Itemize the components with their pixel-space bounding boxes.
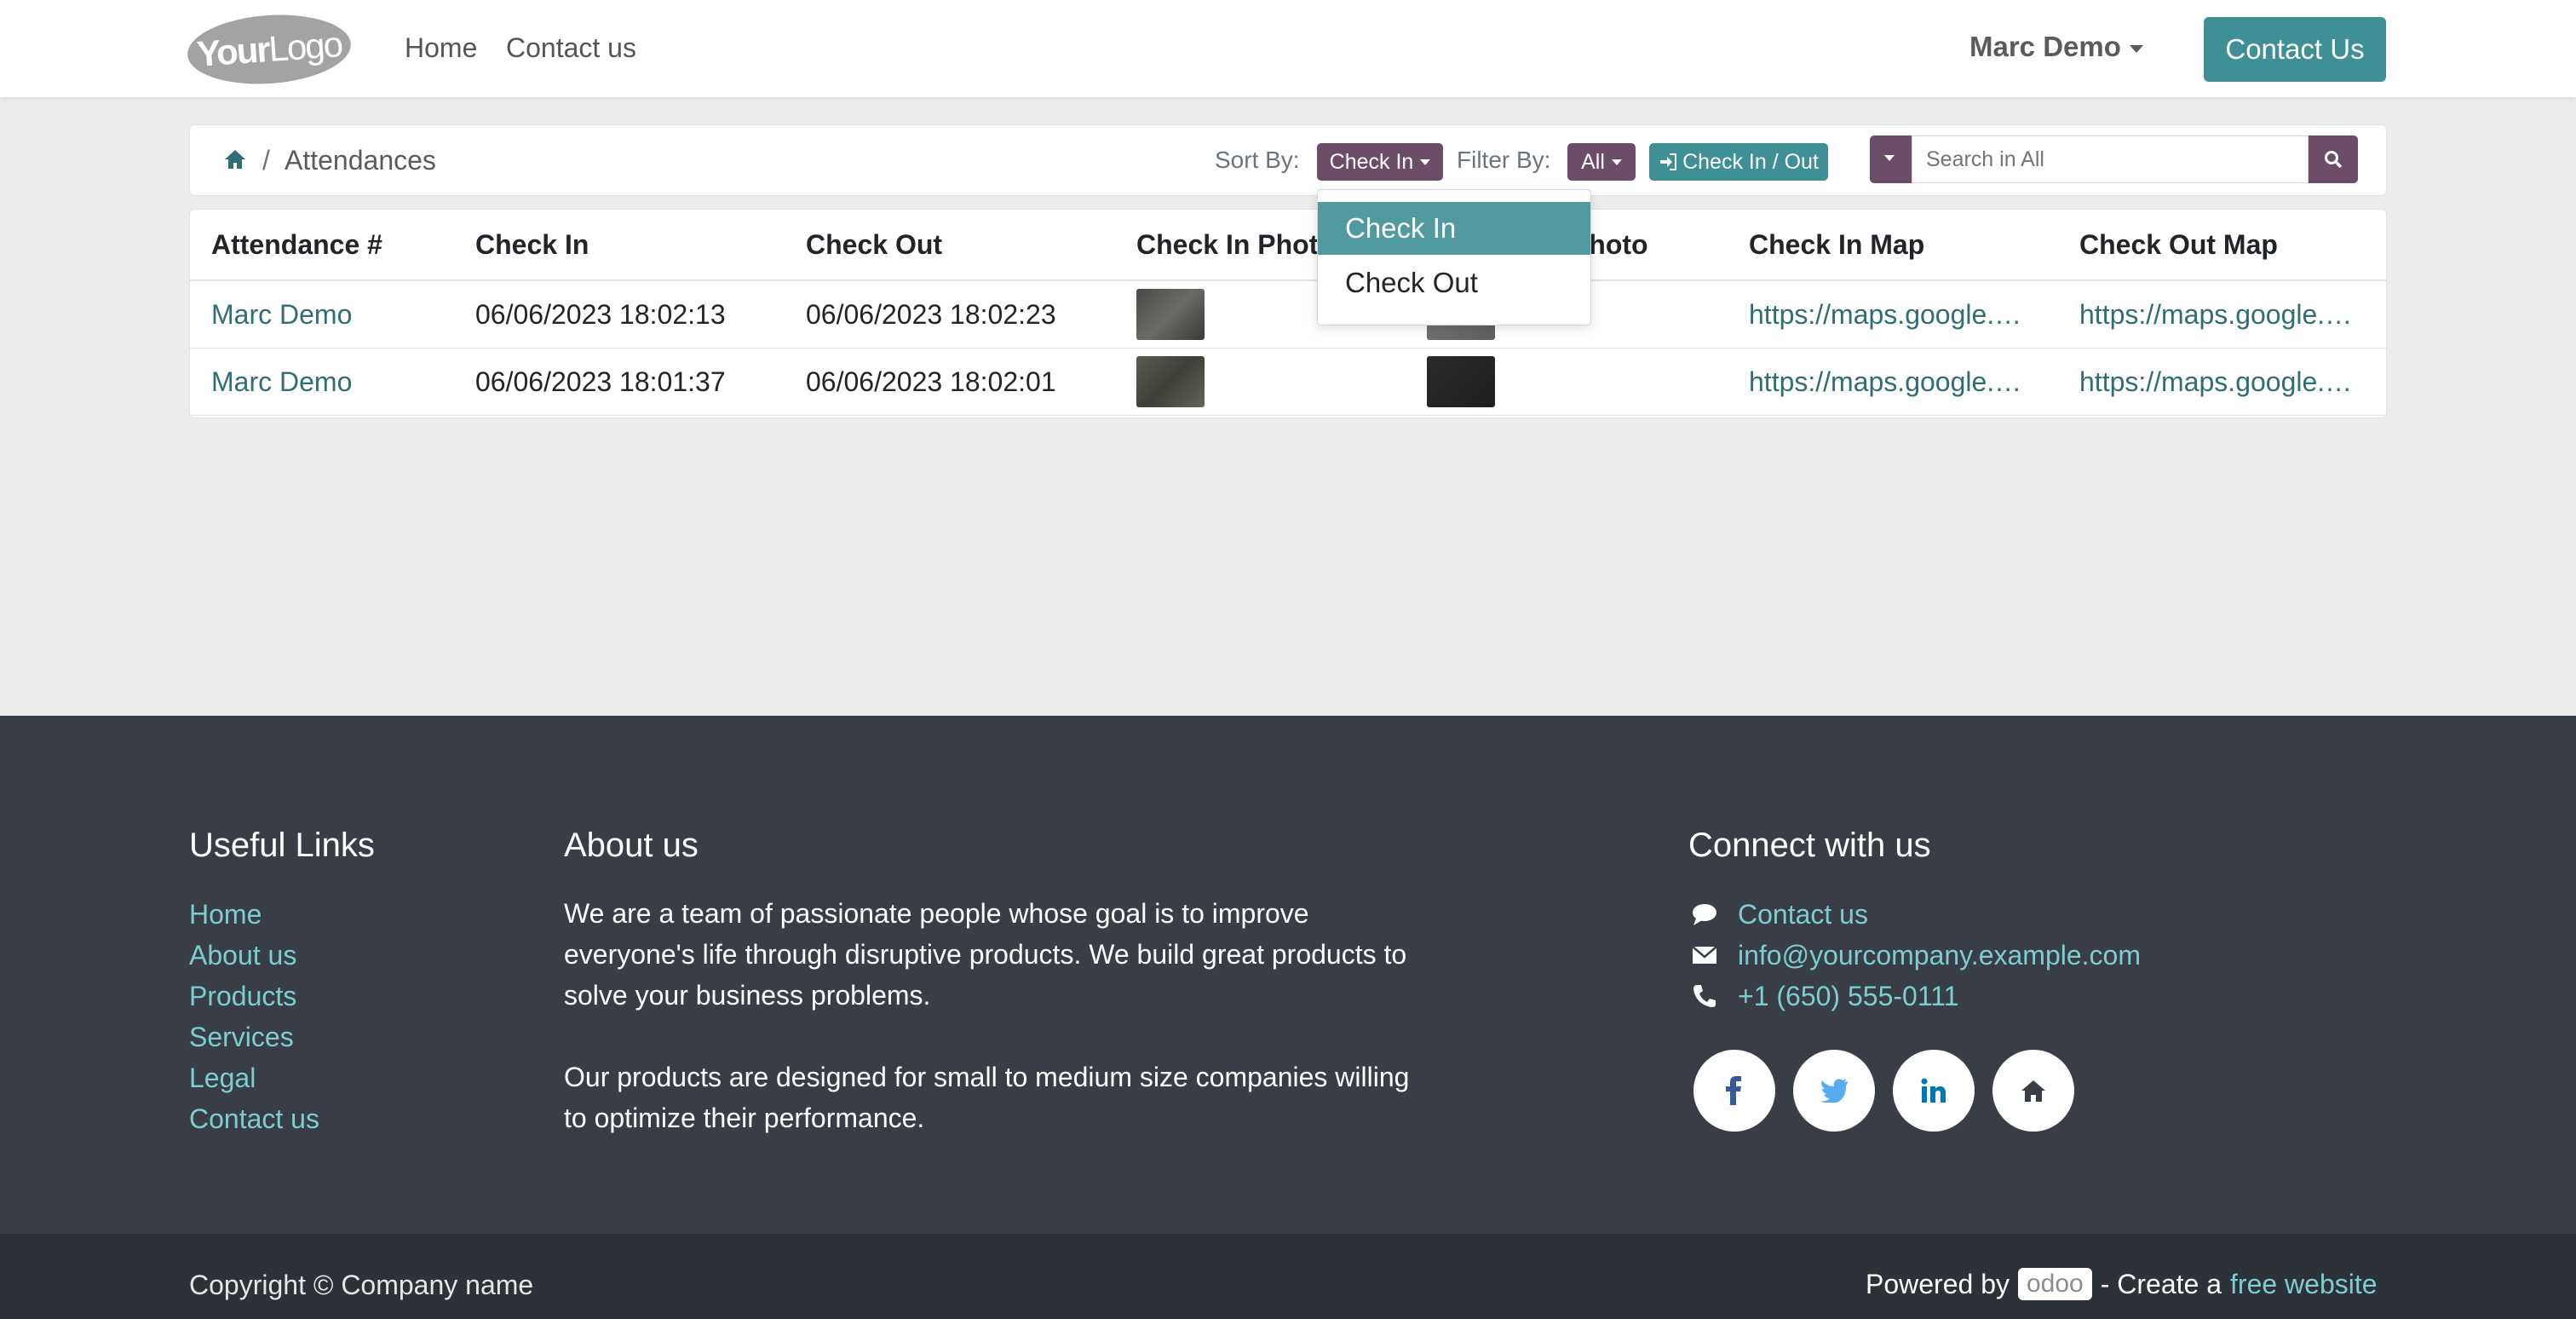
twitter-icon [1820, 1079, 1848, 1103]
sort-option-check-in[interactable]: Check In [1318, 202, 1590, 255]
top-navbar: Your Logo Home Contact us Marc Demo Conta… [0, 0, 2576, 97]
contact-us-button[interactable]: Contact Us [2204, 17, 2386, 82]
breadcrumb-current: Attendances [285, 145, 436, 176]
table-row: Marc Demo 06/06/2023 18:02:13 06/06/2023… [190, 280, 2386, 348]
footer-link-home[interactable]: Home [189, 899, 262, 930]
attendance-table: Attendance # Check In Check Out Check In… [190, 210, 2386, 416]
check-in-map-link[interactable]: https://maps.google.… [1749, 366, 2021, 397]
col-check-out: Check Out [785, 210, 1115, 281]
facebook-button[interactable] [1693, 1050, 1775, 1132]
search-button[interactable] [2309, 135, 2358, 183]
caret-down-icon [1420, 158, 1431, 165]
logo[interactable]: Your Logo [185, 9, 354, 89]
col-check-in: Check In [454, 210, 785, 281]
home-social-button[interactable] [1992, 1050, 2074, 1132]
col-check-out-map: Check Out Map [2058, 210, 2386, 281]
phone-icon [1693, 985, 1716, 1007]
about-paragraph-1: We are a team of passionate people whose… [564, 898, 1407, 1011]
sort-dropdown-menu: Check In Check Out [1317, 189, 1591, 325]
col-attendance: Attendance # [190, 210, 454, 281]
attendance-link[interactable]: Marc Demo [211, 366, 352, 397]
caret-down-icon [1611, 158, 1622, 165]
check-out-photo[interactable] [1427, 356, 1495, 407]
about-paragraph-2: Our products are designed for small to m… [564, 1062, 1410, 1133]
check-in-photo[interactable] [1136, 289, 1205, 340]
search-icon [2325, 151, 2343, 169]
email-link[interactable]: info@yourcompany.example.com [1738, 940, 2141, 971]
check-out-map-link[interactable]: https://maps.google.… [2079, 299, 2352, 330]
sign-in-icon [1660, 153, 1677, 170]
linkedin-icon [1921, 1078, 1946, 1103]
copyright-text: Copyright © Company name [189, 1270, 534, 1300]
user-menu[interactable]: Marc Demo [1969, 31, 2143, 63]
check-out-map-link[interactable]: https://maps.google.… [2079, 366, 2352, 397]
check-out-value: 06/06/2023 18:02:23 [785, 280, 1115, 348]
footer-link-products[interactable]: Products [189, 981, 296, 1012]
twitter-button[interactable] [1793, 1050, 1875, 1132]
col-check-in-map: Check In Map [1728, 210, 2058, 281]
home-icon [2021, 1080, 2045, 1102]
linkedin-button[interactable] [1893, 1050, 1975, 1132]
check-in-map-link[interactable]: https://maps.google.… [1749, 299, 2021, 330]
search-options-dropdown[interactable] [1870, 135, 1912, 183]
check-in-value: 06/06/2023 18:01:37 [454, 348, 785, 416]
footer-link-about[interactable]: About us [189, 940, 296, 971]
home-icon[interactable] [223, 147, 247, 171]
check-out-value: 06/06/2023 18:02:01 [785, 348, 1115, 416]
breadcrumb-separator: / [262, 145, 270, 176]
about-title: About us [564, 827, 699, 864]
filter-label: Filter By: [1457, 147, 1551, 173]
nav-home[interactable]: Home [405, 32, 477, 64]
odoo-logo[interactable]: odoo [2017, 1268, 2092, 1300]
envelope-icon [1692, 946, 1717, 964]
comment-icon [1693, 904, 1716, 925]
sort-dropdown[interactable]: Check In [1317, 143, 1443, 181]
facebook-icon [1726, 1076, 1741, 1105]
free-website-link[interactable]: free website [2230, 1269, 2378, 1300]
powered-by: Powered by odoo - Create a free website [1866, 1268, 2378, 1300]
caret-down-icon [1884, 155, 1895, 161]
footer-link-legal[interactable]: Legal [189, 1063, 256, 1094]
footer-link-contact[interactable]: Contact us [189, 1103, 319, 1135]
nav-contact-us[interactable]: Contact us [506, 32, 636, 64]
connect-title: Connect with us [1688, 827, 1931, 864]
check-in-photo[interactable] [1136, 356, 1205, 407]
table-row: Marc Demo 06/06/2023 18:01:37 06/06/2023… [190, 348, 2386, 416]
user-name: Marc Demo [1969, 31, 2121, 62]
filter-dropdown[interactable]: All [1567, 143, 1636, 181]
sort-option-check-out[interactable]: Check Out [1318, 256, 1590, 309]
attendance-link[interactable]: Marc Demo [211, 299, 352, 330]
useful-links-title: Useful Links [189, 827, 375, 864]
attendance-table-card: Attendance # Check In Check Out Check In… [189, 209, 2387, 418]
sort-label: Sort By: [1215, 147, 1300, 173]
search-input[interactable] [1912, 135, 2309, 183]
caret-down-icon [2129, 44, 2143, 53]
phone-link[interactable]: +1 (650) 555-0111 [1738, 981, 1958, 1012]
connect-contact-link[interactable]: Contact us [1738, 899, 1868, 930]
footer-link-services[interactable]: Services [189, 1022, 294, 1053]
check-in-value: 06/06/2023 18:02:13 [454, 280, 785, 348]
check-in-out-button[interactable]: Check In / Out [1649, 143, 1828, 181]
